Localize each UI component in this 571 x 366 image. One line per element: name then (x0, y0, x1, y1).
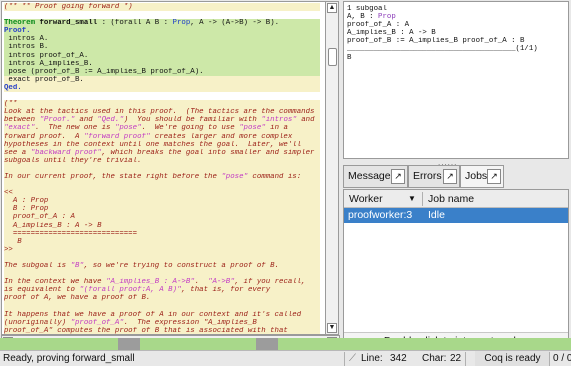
tab-messages[interactable]: Messages ↗ (343, 165, 408, 188)
script-line[interactable]: intros A. (4, 35, 320, 44)
script-line[interactable]: subgoals until they're trivial. (4, 156, 320, 165)
popout-icon[interactable]: ↗ (487, 169, 501, 184)
jobs-table-header: Worker ▼ Job name (344, 190, 568, 208)
script-line[interactable]: A : Prop (4, 197, 320, 206)
job-worker: proofworker:3 (348, 209, 413, 221)
error-counter: 0 / 0 (553, 353, 571, 364)
goal-line: ______________________________________(1… (347, 45, 538, 54)
script-line[interactable]: proof of A, we have a proof of B. (4, 294, 320, 303)
goal-line: A_implies_B : A -> B (347, 29, 436, 38)
script-line[interactable]: The subgoal is "B", so we're trying to c… (4, 262, 320, 271)
script-line[interactable]: proof_of_A : A (4, 213, 320, 222)
script-line[interactable]: intros B. (4, 43, 320, 52)
column-job-name[interactable]: Job name (428, 190, 474, 208)
coqide-window: (** ** Proof going forward *) Theorem fo… (0, 0, 571, 366)
chevron-down-icon[interactable]: ▼ (408, 190, 416, 208)
script-line[interactable]: Look at the tactics used in this proof. … (4, 108, 320, 117)
scroll-thumb[interactable] (328, 48, 337, 66)
script-line[interactable]: << (4, 189, 320, 198)
message-tabs: Messages ↗ Errors ↗ Jobs ↗ (343, 165, 569, 189)
script-line[interactable]: pose (proof_of_B := A_implies_B proof_of… (4, 67, 320, 76)
script-line[interactable]: between "Proof." and "Qed.") You should … (4, 116, 320, 125)
script-line[interactable]: In the context we have "A_implies_B : A-… (4, 278, 320, 287)
script-line[interactable]: intros A_implies_B. (4, 59, 320, 68)
script-line[interactable] (4, 302, 320, 311)
status-divider (344, 352, 345, 366)
goal-line: proof_of_A : A (347, 21, 410, 30)
column-worker[interactable]: Worker (349, 190, 383, 208)
script-line[interactable]: see a "backward proof", which breaks the… (4, 148, 320, 157)
char-label: Char: (422, 353, 447, 364)
status-divider (465, 352, 466, 366)
script-line[interactable]: proof_of_A" computes the proof of B that… (4, 326, 320, 334)
script-line[interactable] (4, 92, 320, 100)
script-line[interactable]: is equivalent to "(forall proof:A, A B)"… (4, 286, 320, 295)
script-line[interactable]: (unoriginally) "proof_of_A". The express… (4, 318, 320, 327)
progress-marker (118, 338, 140, 350)
tab-errors[interactable]: Errors ↗ (408, 165, 460, 188)
tab-jobs-label: Jobs (465, 170, 488, 182)
jobs-panel: Worker ▼ Job name proofworker:3 Idle Dou… (343, 189, 569, 348)
script-line[interactable] (4, 270, 320, 279)
job-name: Idle (428, 209, 445, 221)
coq-status: Coq is ready (475, 351, 550, 366)
script-line[interactable] (4, 164, 320, 173)
resize-grip-icon[interactable]: ⟋ (349, 351, 356, 366)
tab-jobs[interactable]: Jobs ↗ (460, 165, 504, 188)
script-line[interactable]: forward proof. A "forward proof" creates… (4, 132, 320, 141)
script-line[interactable] (4, 253, 320, 262)
popout-icon[interactable]: ↗ (443, 169, 457, 184)
editor-vertical-scrollbar[interactable]: ▲ ▼ (325, 1, 339, 335)
char-value: 22 (450, 353, 462, 364)
script-line[interactable]: Proof. (4, 27, 320, 36)
goals-text: 1 subgoal A, B : Prop proof_of_A : A A_impl… (347, 5, 538, 62)
script-line[interactable]: ============================ (4, 229, 320, 238)
goals-panel: 1 subgoal A, B : Prop proof_of_A : A A_impl… (343, 1, 569, 159)
line-value: 342 (390, 353, 407, 364)
goal-line: A, B : Prop (347, 13, 396, 22)
progress-bar (0, 338, 571, 350)
status-message: Ready, proving forward_small (3, 353, 135, 364)
goal-line: proof_of_B := A_implies_B proof_of_A : B (347, 37, 525, 46)
script-line[interactable]: Theorem forward_small : (forall A B : Pr… (4, 19, 320, 28)
script-line[interactable]: >> (4, 245, 320, 254)
script-line[interactable]: Qed. (4, 83, 320, 93)
scroll-up-arrow-icon[interactable]: ▲ (327, 3, 337, 13)
script-line[interactable]: intros proof_of_A. (4, 51, 320, 60)
goal-line: B (347, 53, 352, 62)
script-line[interactable]: exact proof_of_B. (4, 75, 320, 84)
script-line[interactable] (4, 181, 320, 190)
tab-errors-label: Errors (413, 170, 442, 182)
script-line[interactable]: "exact". The new one is "pose". We're go… (4, 124, 320, 133)
script-line[interactable]: It happens that we have a proof of A in … (4, 310, 320, 319)
script-line[interactable]: (** ** Proof going forward *) (4, 3, 320, 12)
status-bar: Ready, proving forward_small ⟋ Line: 342… (0, 338, 571, 366)
script-line[interactable]: B : Prop (4, 205, 320, 214)
tab-messages-label: Messages (348, 170, 396, 182)
line-label: Line: (361, 353, 383, 364)
scroll-down-arrow-icon[interactable]: ▼ (327, 323, 337, 333)
script-line[interactable]: B (4, 237, 320, 246)
script-line[interactable] (4, 11, 320, 19)
goal-line: 1 subgoal (347, 5, 387, 13)
script-line[interactable]: hypotheses in the context until one matc… (4, 140, 320, 149)
script-editor[interactable]: (** ** Proof going forward *) Theorem fo… (1, 1, 326, 335)
script-text[interactable]: (** ** Proof going forward *) Theorem fo… (4, 3, 320, 334)
table-row[interactable]: proofworker:3 Idle (344, 208, 568, 223)
popout-icon[interactable]: ↗ (391, 169, 405, 184)
script-line[interactable]: (** (4, 100, 320, 109)
column-divider (422, 192, 423, 206)
script-line[interactable]: In our current proof, the state right be… (4, 172, 320, 182)
status-divider (549, 352, 550, 366)
script-line[interactable]: A_implies_B : A -> B (4, 221, 320, 230)
progress-marker (256, 338, 278, 350)
